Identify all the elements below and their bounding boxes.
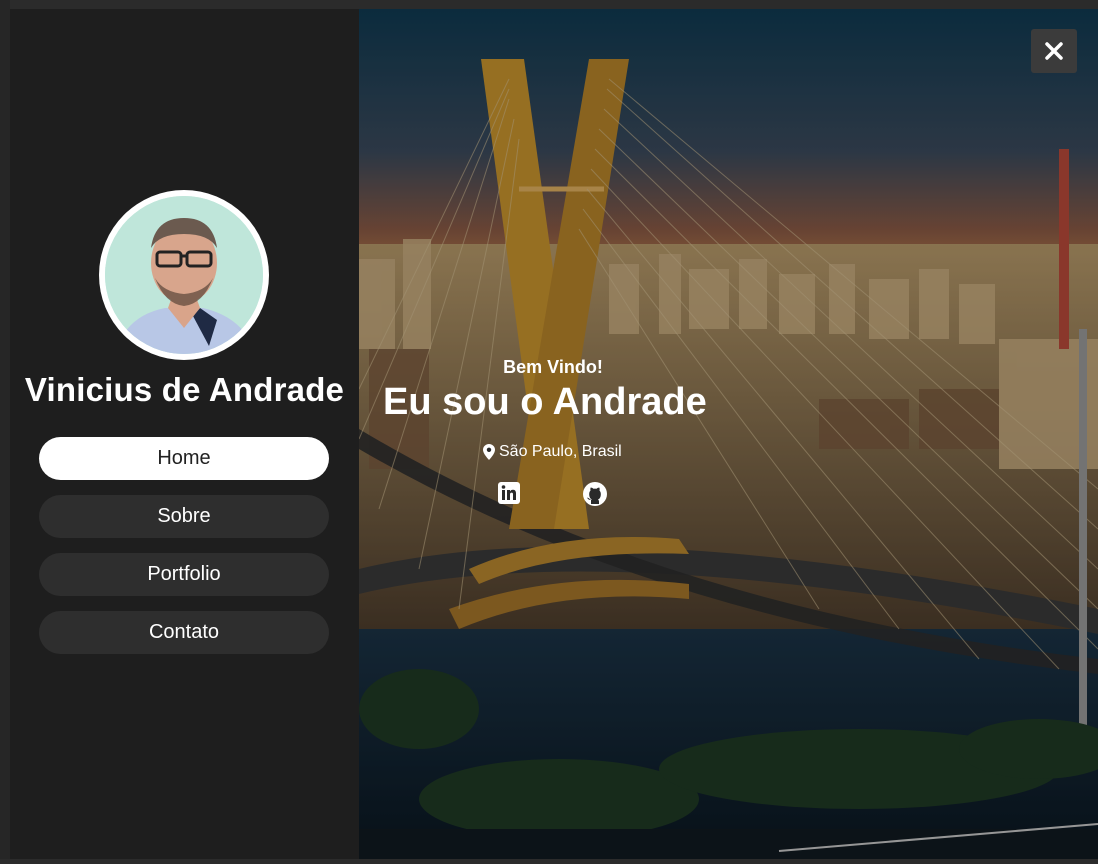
linkedin-link[interactable] [497, 481, 523, 507]
window-top-border [0, 0, 1098, 9]
hero-background-image [359, 9, 1098, 859]
window-bottom-border [0, 859, 1098, 864]
close-button[interactable] [1031, 29, 1077, 73]
github-link[interactable] [582, 481, 608, 507]
nav-sobre-button[interactable]: Sobre [39, 495, 329, 538]
sidebar: Vinicius de Andrade Home Sobre Portfolio… [10, 9, 359, 859]
location-text: São Paulo, Brasil [499, 443, 622, 460]
map-pin-icon [483, 444, 495, 460]
profile-name: Vinicius de Andrade [24, 371, 345, 408]
github-icon [583, 482, 607, 506]
window-left-border [0, 0, 10, 864]
avatar [99, 190, 269, 360]
close-icon [1045, 42, 1063, 60]
hero-headline: Eu sou o Andrade [383, 381, 707, 423]
hero-greeting: Bem Vindo! [503, 357, 603, 377]
nav-portfolio-button[interactable]: Portfolio [39, 553, 329, 596]
profile-photo [105, 196, 263, 354]
nav-contato-button[interactable]: Contato [39, 611, 329, 654]
hero-location: São Paulo, Brasil [483, 443, 622, 461]
hero-section: Bem Vindo! Eu sou o Andrade São Paulo, B… [359, 9, 1098, 859]
linkedin-icon [498, 482, 520, 504]
nav-home-button[interactable]: Home [39, 437, 329, 480]
main-nav: Home Sobre Portfolio Contato [39, 437, 329, 669]
